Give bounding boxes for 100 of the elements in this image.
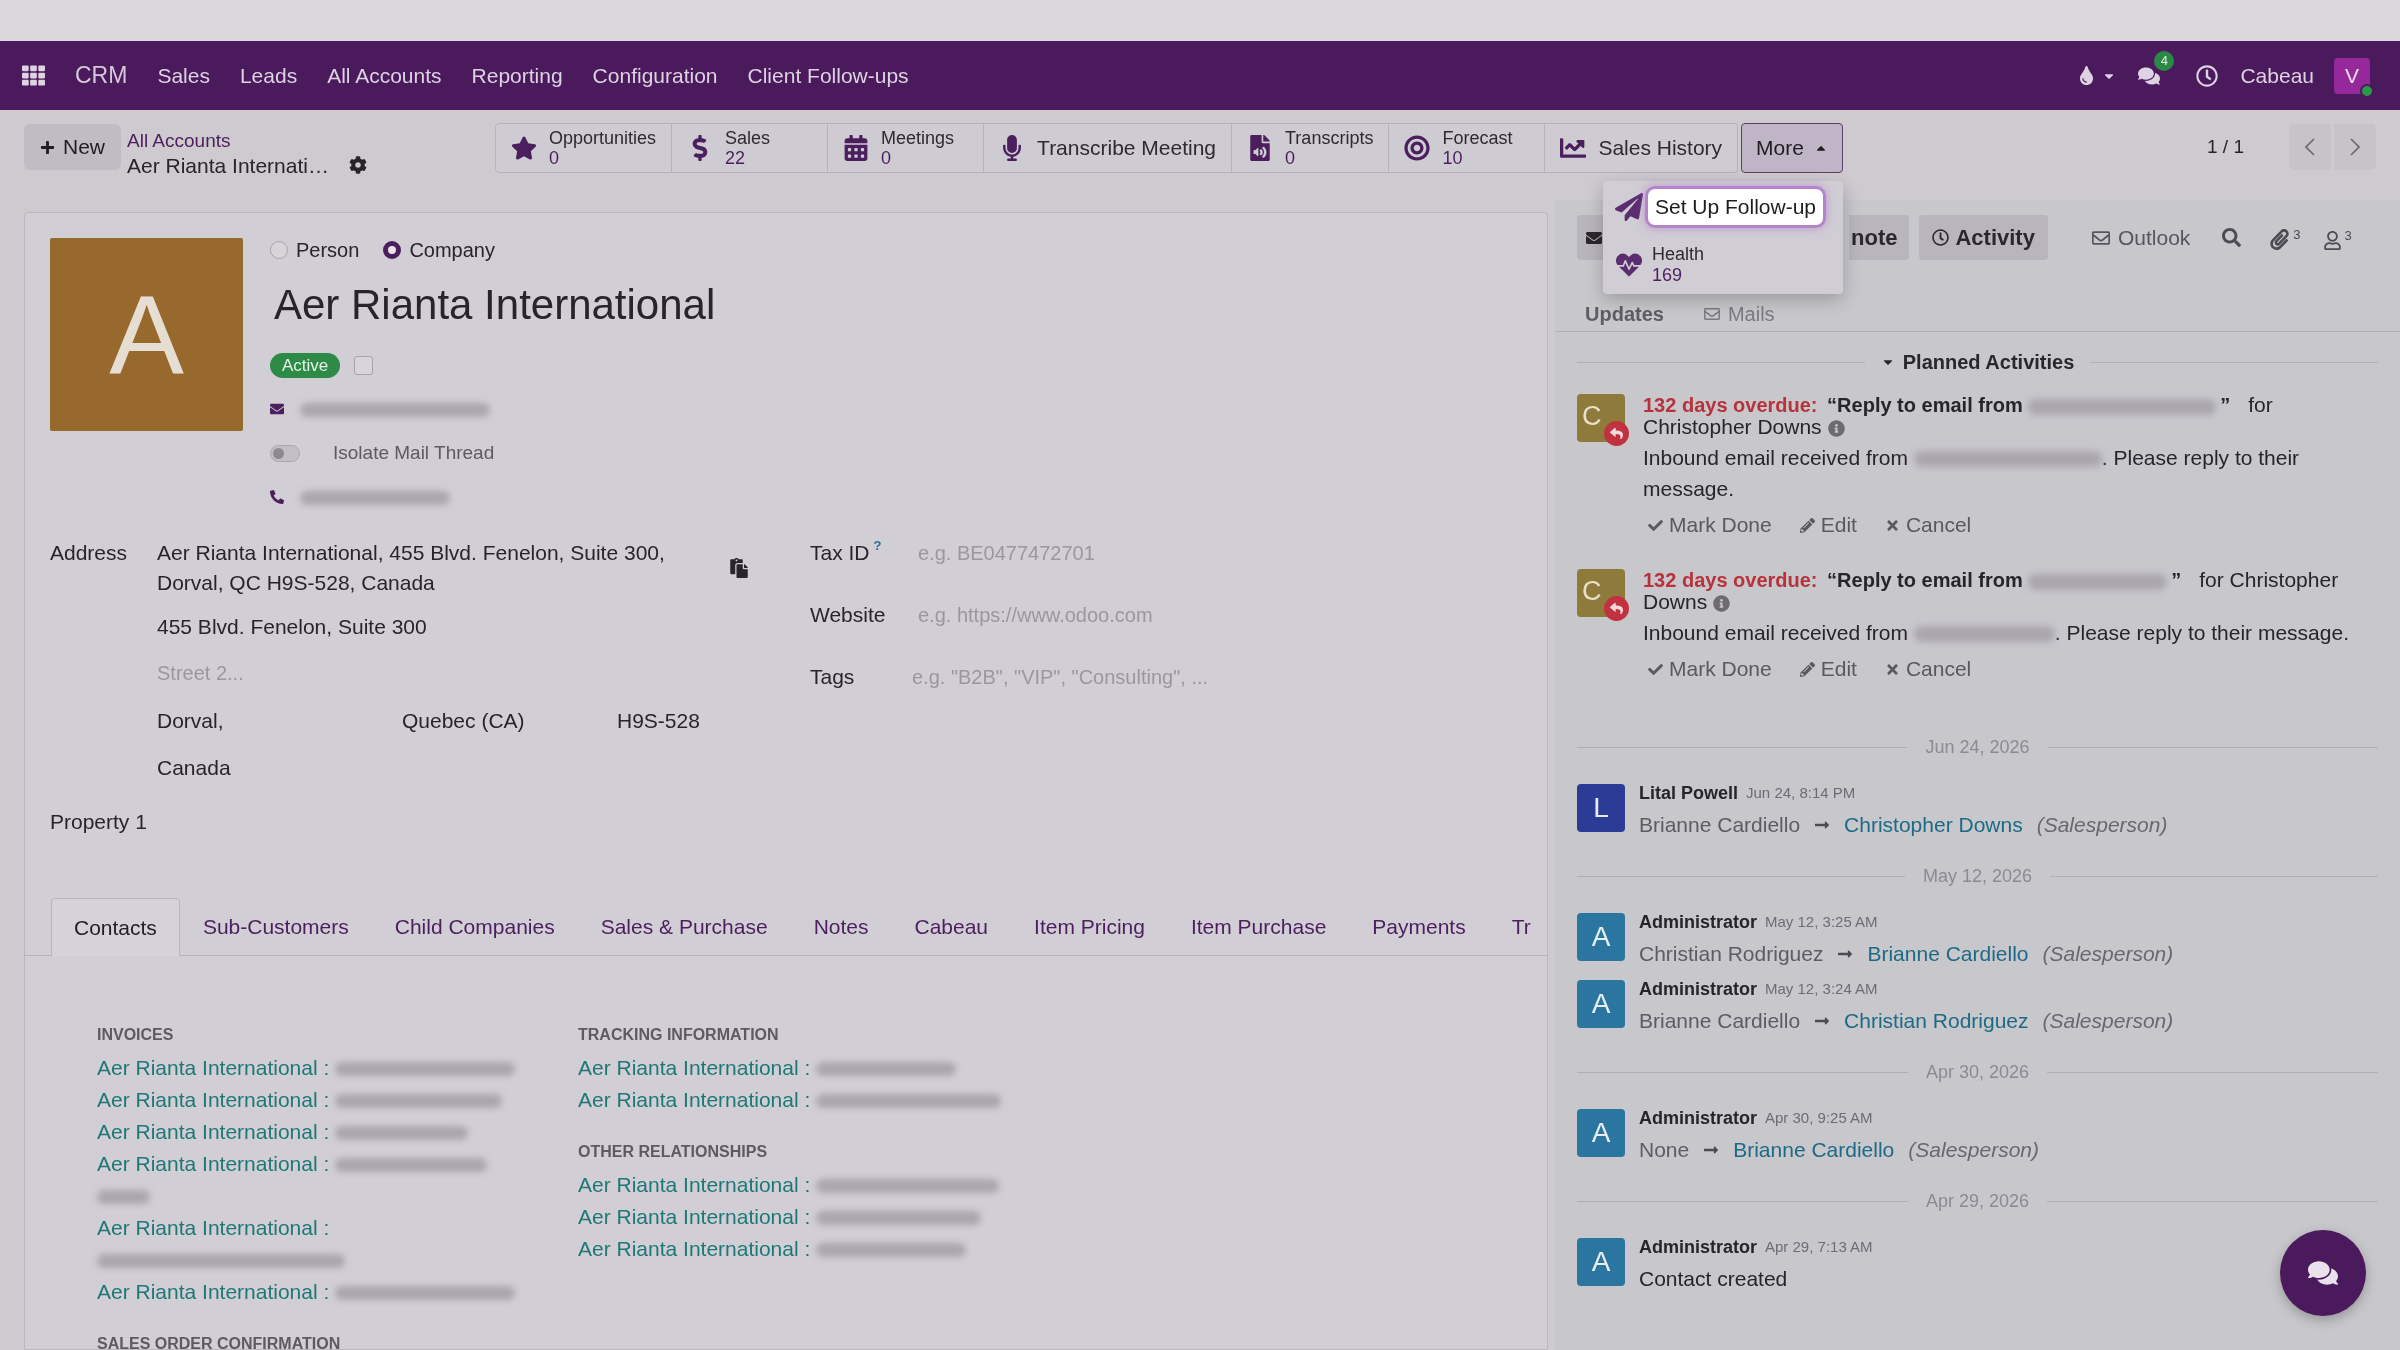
author-name[interactable]: Administrator [1639, 908, 1757, 936]
avatar: A [1577, 1238, 1625, 1286]
app-name[interactable]: CRM [75, 58, 128, 93]
stat-button[interactable]: Transcripts 0 [1232, 123, 1390, 173]
tab[interactable]: Item Purchase [1167, 898, 1350, 955]
thread-tab[interactable]: Updates [1585, 302, 1664, 326]
toggle-switch[interactable] [270, 444, 300, 462]
envelope-icon [1703, 306, 1720, 322]
stat-button[interactable]: Sales 22 [672, 123, 829, 173]
tab[interactable]: Payments [1349, 898, 1489, 955]
envelope-icon [2091, 228, 2110, 247]
company-name[interactable]: Cabeau [2240, 59, 2314, 92]
new-value-link[interactable]: Brianne Cardiello [1867, 938, 2029, 970]
activity-action[interactable]: Cancel [1884, 509, 1972, 541]
menu-item[interactable]: All Accounts [327, 59, 442, 92]
field-label: Address [50, 540, 129, 566]
avatar: A [1577, 913, 1625, 961]
menu-item[interactable]: Leads [239, 59, 298, 92]
radio-label[interactable]: Company [409, 235, 495, 265]
log-note-button[interactable]: note [1849, 215, 1910, 260]
calendar-icon [843, 135, 870, 161]
clock-icon [1932, 229, 1950, 246]
menu-item[interactable]: Client Follow-ups [747, 59, 909, 92]
state-field[interactable]: Quebec (CA) [402, 704, 617, 737]
apps-menu-icon[interactable] [22, 64, 45, 87]
followers-button[interactable]: 3 [2322, 225, 2352, 250]
reply-icon [1604, 421, 1629, 446]
section-heading: OTHER RELATIONSHIPS [578, 1142, 769, 1162]
field-label: Website [810, 602, 886, 628]
pager-value[interactable]: 1 / 1 [2207, 132, 2244, 162]
author-name[interactable]: Administrator [1639, 1104, 1757, 1132]
field-name: (Salesperson) [2042, 1008, 2174, 1035]
action-button[interactable]: Sales History [1545, 123, 1739, 173]
tab[interactable]: Tr [1488, 898, 1547, 955]
star-icon [511, 135, 537, 161]
new-value-link[interactable]: Christian Rodriguez [1844, 1005, 2029, 1037]
author-name[interactable]: Lital Powell [1639, 779, 1739, 807]
activity-action[interactable]: Edit [1799, 509, 1857, 541]
menu-item[interactable]: Set Up Follow-up [1644, 186, 1827, 228]
menu-item[interactable]: Health 169 [1646, 241, 1709, 289]
tab[interactable]: Cabeau [891, 898, 1012, 955]
menu-item[interactable]: Configuration [592, 59, 718, 92]
radio-button[interactable] [383, 241, 402, 259]
tab[interactable]: Contacts [51, 898, 180, 956]
activity-title: 132 days overdue: “Reply to email from ” for Christopher Downs [1643, 569, 2340, 613]
radio-button[interactable] [270, 241, 288, 259]
activity-action[interactable]: Edit [1799, 653, 1857, 685]
activity-button[interactable]: Activity [1919, 215, 2048, 260]
stat-button[interactable]: Forecast 10 [1389, 123, 1546, 173]
street-field[interactable]: 455 Blvd. Fenelon, Suite 300 [157, 603, 717, 650]
user-avatar[interactable]: V [2334, 57, 2370, 94]
tab[interactable]: Sales & Purchase [577, 898, 791, 955]
tab[interactable]: Notes [790, 898, 892, 955]
help-marker[interactable]: ? [873, 539, 882, 553]
more-button[interactable]: More [1741, 123, 1843, 173]
breadcrumb-link[interactable]: All Accounts [127, 128, 329, 153]
country-field[interactable]: Canada [157, 744, 457, 791]
settings-icon[interactable] [348, 156, 367, 174]
heart-pulse-icon[interactable] [1615, 252, 1642, 278]
checkbox[interactable] [354, 356, 374, 375]
new-button[interactable]: New [24, 124, 121, 170]
action-button[interactable]: Transcribe Meeting [984, 123, 1233, 173]
clock-icon[interactable] [2196, 64, 2219, 87]
clipboard-icon[interactable] [729, 558, 749, 578]
message-time: Jun 24, 8:14 PM [1746, 782, 1856, 803]
author-name[interactable]: Administrator [1639, 975, 1757, 1003]
pencil-icon [1799, 517, 1815, 533]
paper-plane-icon[interactable] [1614, 193, 1643, 221]
activity-action[interactable]: Cancel [1884, 653, 1972, 685]
author-name[interactable]: Administrator [1639, 1233, 1757, 1261]
old-value: None [1639, 1137, 1690, 1164]
envelope-icon [270, 402, 284, 416]
stat-button[interactable]: Opportunities 0 [495, 123, 673, 173]
property-label: Property 1 [50, 810, 147, 833]
stat-button[interactable]: Meetings 0 [828, 123, 985, 173]
record-title[interactable]: Aer Rianta International [274, 279, 716, 331]
activity-action[interactable]: Mark Done [1648, 509, 1772, 541]
info-icon[interactable] [1827, 420, 1845, 438]
chat-button[interactable] [2280, 1230, 2366, 1316]
section-heading: SALES ORDER CONFIRMATION [97, 1334, 342, 1349]
attachments-button[interactable]: 3 [2269, 225, 2301, 250]
info-icon[interactable] [1713, 595, 1731, 613]
menu-item[interactable]: Reporting [471, 59, 563, 92]
tab[interactable]: Sub-Customers [179, 898, 372, 955]
tab[interactable]: Item Pricing [1011, 898, 1168, 955]
avatar: L [1577, 784, 1625, 832]
tab[interactable]: Child Companies [371, 898, 578, 955]
new-value-link[interactable]: Brianne Cardiello [1733, 1134, 1895, 1166]
date-separator: Apr 30, 2026 [1924, 1060, 2031, 1084]
planned-activities-toggle[interactable]: Planned Activities [1864, 347, 2091, 377]
field-label: Tax ID [810, 540, 870, 566]
outlook-button[interactable]: Outlook [2091, 221, 2191, 254]
activity-action[interactable]: Mark Done [1648, 653, 1772, 685]
menu-item[interactable]: Sales [157, 59, 210, 92]
radio-label[interactable]: Person [296, 235, 360, 265]
field-label: Tags [810, 664, 855, 690]
search-icon[interactable] [2222, 228, 2242, 247]
city-field[interactable]: Dorval, [157, 704, 402, 737]
zip-field[interactable]: H9S-528 [617, 704, 737, 737]
new-value-link[interactable]: Christopher Downs [1844, 809, 2023, 841]
